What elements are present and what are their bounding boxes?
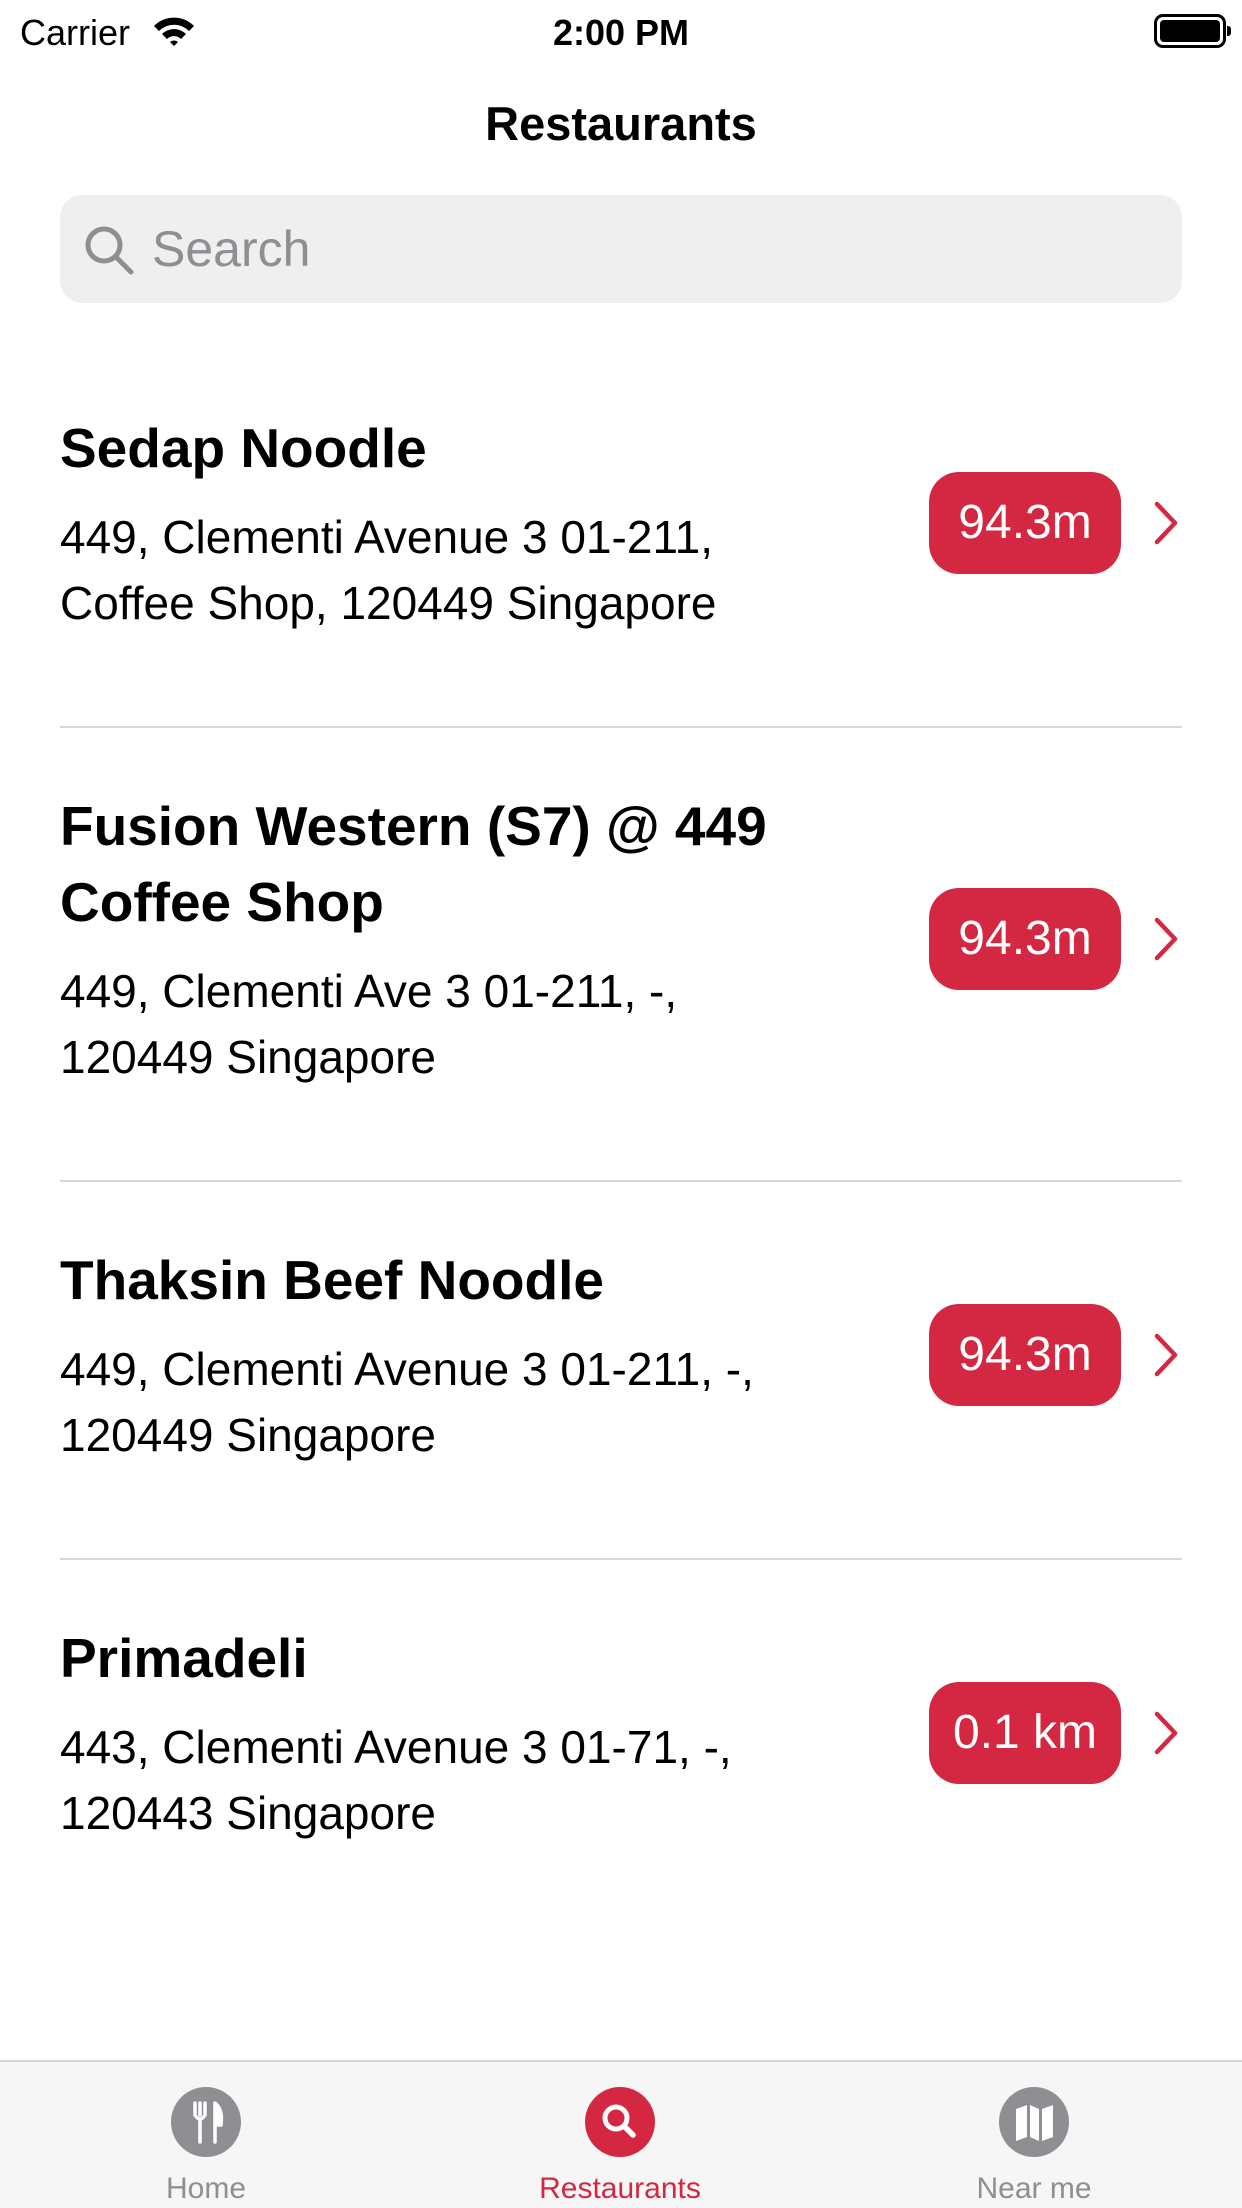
- restaurant-address: 449, Clementi Avenue 3 01-211, Coffee Sh…: [60, 511, 717, 629]
- restaurant-row[interactable]: Sedap Noodle 449, Clementi Avenue 3 01-2…: [0, 350, 1242, 728]
- screen: Carrier 2:00 PM Restaurants Sedap Noodle…: [0, 0, 1242, 2208]
- page-title: Restaurants: [485, 97, 757, 150]
- tab-label: Home: [165, 2172, 247, 2205]
- distance-badge: 94.3m: [929, 1304, 1121, 1406]
- tab-restaurants[interactable]: Restaurants: [470, 2062, 770, 2208]
- restaurant-address: 443, Clementi Avenue 3 01-71, -, 120443 …: [60, 1721, 732, 1839]
- restaurant-name: Thaksin Beef Noodle: [60, 1249, 604, 1311]
- chevron-right-icon: [1154, 501, 1178, 545]
- search-icon: [585, 2087, 655, 2157]
- chevron-right-icon: [1154, 917, 1178, 961]
- status-time: 2:00 PM: [552, 12, 690, 53]
- search-icon: [85, 226, 134, 275]
- restaurant-row-content: Thaksin Beef Noodle 449, Clementi Avenue…: [60, 1182, 880, 1560]
- fork-knife-icon: [171, 2087, 241, 2157]
- restaurant-name: Primadeli: [60, 1627, 308, 1689]
- restaurant-address: 449, Clementi Ave 3 01-211, -, 120449 Si…: [60, 965, 678, 1083]
- tab-near-me[interactable]: Near me: [884, 2062, 1184, 2208]
- restaurant-name: Fusion Western (S7) @ 449 Coffee Shop: [60, 795, 767, 933]
- map-icon: [999, 2087, 1069, 2157]
- restaurant-row-content: Primadeli 443, Clementi Avenue 3 01-71, …: [60, 1560, 880, 1938]
- distance-badge: 94.3m: [929, 888, 1121, 990]
- restaurant-row[interactable]: Thaksin Beef Noodle 449, Clementi Avenue…: [0, 1182, 1242, 1560]
- search-input[interactable]: [152, 195, 1152, 303]
- restaurant-name: Sedap Noodle: [60, 417, 427, 479]
- restaurant-row[interactable]: Primadeli 443, Clementi Avenue 3 01-71, …: [0, 1560, 1242, 1938]
- tab-label: Near me: [976, 2172, 1092, 2205]
- chevron-right-icon: [1154, 1711, 1178, 1755]
- tab-home[interactable]: Home: [56, 2062, 356, 2208]
- restaurant-address: 449, Clementi Avenue 3 01-211, -, 120449…: [60, 1343, 754, 1461]
- search-bar[interactable]: [60, 195, 1182, 303]
- status-bar: Carrier 2:00 PM: [0, 0, 1242, 62]
- battery-icon: [1154, 14, 1231, 48]
- restaurant-row[interactable]: Fusion Western (S7) @ 449 Coffee Shop 44…: [0, 728, 1242, 1182]
- distance-badge: 94.3m: [929, 472, 1121, 574]
- restaurant-list: Sedap Noodle 449, Clementi Avenue 3 01-2…: [0, 350, 1242, 1938]
- tab-label: Restaurants: [539, 2172, 701, 2205]
- restaurant-row-content: Sedap Noodle 449, Clementi Avenue 3 01-2…: [60, 350, 880, 728]
- chevron-right-icon: [1154, 1333, 1178, 1377]
- tab-bar: Home Restaurants Near me: [0, 2060, 1242, 2208]
- distance-badge: 0.1 km: [929, 1682, 1121, 1784]
- restaurant-row-content: Fusion Western (S7) @ 449 Coffee Shop 44…: [60, 728, 880, 1182]
